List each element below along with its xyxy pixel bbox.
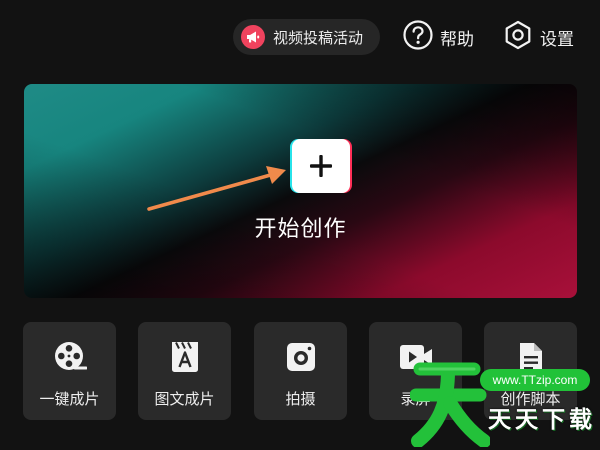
tool-label: 一键成片: [39, 390, 100, 408]
settings-button[interactable]: 设置: [502, 17, 574, 57]
watermark-text: 天天下载: [488, 407, 596, 433]
tool-shoot[interactable]: 拍摄: [254, 322, 347, 420]
screen: 视频投稿活动 帮助 设置 开始创作 一键成片 图文成片 拍摄 创作脚本 www.…: [0, 0, 600, 450]
watermark-logo-icon: [410, 362, 490, 447]
camera-icon: [254, 340, 347, 374]
film-reel-icon: [23, 340, 116, 374]
video-submission-campaign-button[interactable]: 视频投稿活动: [233, 19, 380, 55]
megaphone-icon: [241, 25, 265, 49]
tool-one-click-video[interactable]: 一键成片: [23, 322, 116, 420]
settings-icon: [502, 19, 534, 55]
tool-label: 拍摄: [285, 390, 316, 408]
tool-text-to-video[interactable]: 图文成片: [138, 322, 231, 420]
settings-label: 设置: [540, 29, 574, 50]
tool-label: 图文成片: [154, 390, 215, 408]
top-bar: 视频投稿活动 帮助 设置: [0, 17, 600, 57]
new-project-button[interactable]: [290, 139, 352, 193]
site-watermark: www.TTzip.com 天天下载: [410, 355, 600, 450]
text-clapboard-icon: [138, 340, 231, 374]
help-label: 帮助: [440, 29, 474, 50]
help-icon: [402, 19, 434, 55]
start-creating-label: 开始创作: [254, 217, 347, 242]
annotation-arrow-icon: [147, 166, 286, 211]
campaign-label: 视频投稿活动: [273, 28, 364, 47]
watermark-url: www.TTzip.com: [480, 369, 590, 391]
plus-icon: [310, 155, 332, 177]
help-button[interactable]: 帮助: [402, 17, 474, 57]
plus-button-face: [292, 139, 350, 193]
start-creating-banner[interactable]: 开始创作: [24, 84, 577, 298]
